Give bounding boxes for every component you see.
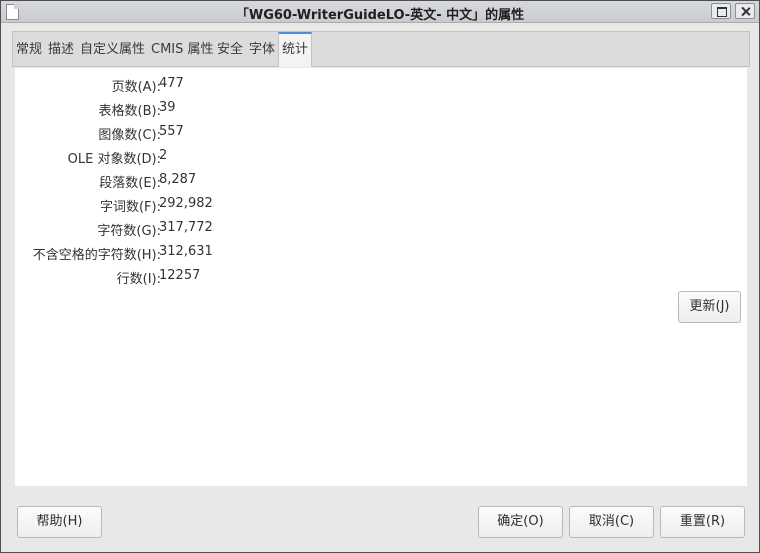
stat-value: 312,631 [159, 244, 213, 259]
stat-row-characters: 字符数(G): 317,772 [15, 220, 747, 240]
update-button[interactable]: 更新(J) [678, 291, 741, 323]
title-bar[interactable]: 「WG60-WriterGuideLO-英文- 中文」的属性 [1, 1, 759, 23]
tab-bar: 常规 描述 自定义属性 CMIS 属性 安全 字体 统计 [12, 31, 750, 67]
stat-row-lines: 行数(I): 12257 [15, 268, 747, 288]
stat-label: 字词数(F): [99, 200, 161, 215]
stat-label: 段落数(E): [99, 176, 161, 191]
stat-row-images: 图像数(C): 557 [15, 124, 747, 144]
stat-row-pages: 页数(A): 477 [15, 76, 747, 96]
statistics-panel: 页数(A): 477 表格数(B): 39 图像数(C): 557 OLE 对象… [15, 68, 747, 486]
tab-custom-properties[interactable]: 自定义属性 [80, 32, 145, 67]
stat-label: 行数(I): [116, 272, 161, 287]
reset-button[interactable]: 重置(R) [660, 506, 745, 538]
stat-row-tables: 表格数(B): 39 [15, 100, 747, 120]
stat-label: 不含空格的字符数(H): [32, 248, 161, 263]
stat-value: 317,772 [159, 220, 213, 235]
stat-row-paragraphs: 段落数(E): 8,287 [15, 172, 747, 192]
stat-label: 页数(A): [111, 80, 161, 95]
stat-label: 表格数(B): [98, 104, 161, 119]
stat-row-words: 字词数(F): 292,982 [15, 196, 747, 216]
help-button[interactable]: 帮助(H) [17, 506, 102, 538]
stat-value: 292,982 [159, 196, 213, 211]
window-title: 「WG60-WriterGuideLO-英文- 中文」的属性 [235, 8, 525, 23]
stat-value: 12257 [159, 268, 201, 283]
stat-label: OLE 对象数(D): [67, 152, 161, 167]
maximize-icon[interactable] [711, 3, 731, 19]
ok-button[interactable]: 确定(O) [478, 506, 563, 538]
stat-row-ole-objects: OLE 对象数(D): 2 [15, 148, 747, 168]
stat-value: 2 [159, 148, 168, 163]
stat-value: 39 [159, 100, 176, 115]
stat-label: 图像数(C): [98, 128, 161, 143]
tab-security[interactable]: 安全 [217, 32, 243, 67]
tab-statistics[interactable]: 统计 [278, 32, 313, 67]
tab-description[interactable]: 描述 [48, 32, 74, 67]
stat-value: 477 [159, 76, 184, 91]
stat-value: 557 [159, 124, 184, 139]
stat-row-characters-no-spaces: 不含空格的字符数(H): 312,631 [15, 244, 747, 264]
cancel-button[interactable]: 取消(C) [569, 506, 654, 538]
close-icon[interactable] [735, 3, 755, 19]
tab-fonts[interactable]: 字体 [249, 32, 275, 67]
properties-dialog: 「WG60-WriterGuideLO-英文- 中文」的属性 常规 描述 自定义… [0, 0, 760, 553]
tab-cmis-properties[interactable]: CMIS 属性 [151, 32, 214, 67]
tab-general[interactable]: 常规 [16, 32, 42, 67]
stat-label: 字符数(G): [97, 224, 161, 239]
stat-value: 8,287 [159, 172, 197, 187]
